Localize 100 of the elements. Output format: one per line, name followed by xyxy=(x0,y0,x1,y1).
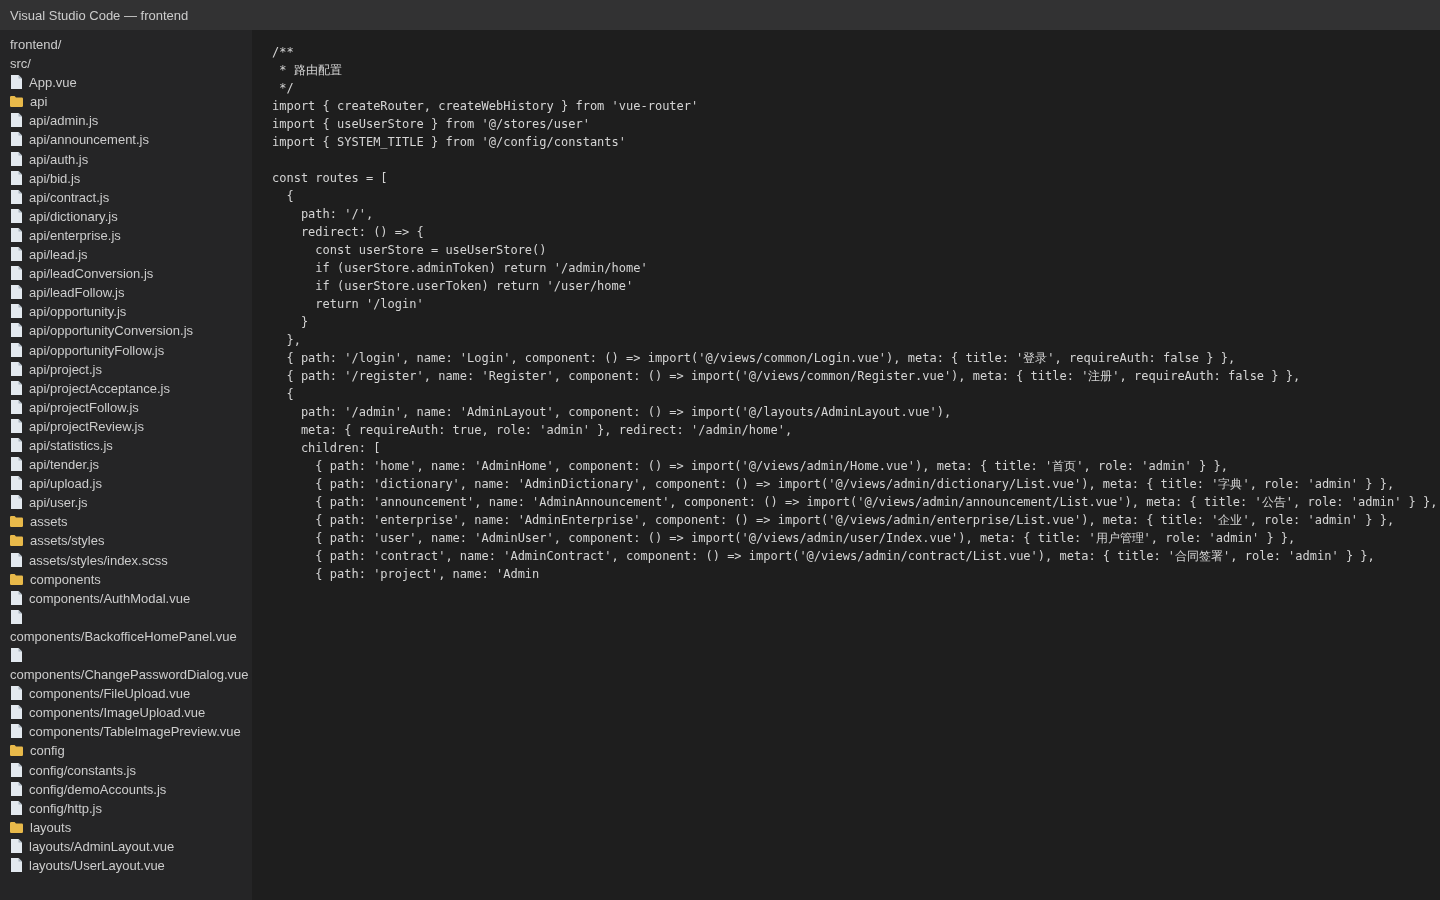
file-icon xyxy=(11,762,22,777)
code-line: { xyxy=(286,387,294,401)
code-line: }, xyxy=(286,333,301,347)
code-line: { path: '/register', name: 'Register', component: () => import('@/views/common/Register.vue'), meta: { title: '注册', requireAuth: false } }, xyxy=(286,369,1301,383)
file-item[interactable]: api/dictionary.js xyxy=(10,208,118,224)
code-line: const routes = [ xyxy=(272,171,388,185)
code-line: { path: 'enterprise', name: 'AdminEnterprise', component: () => import('@/views/admin/enterprise/List.vue'), meta: { title: '企业', role: 'admin' } }, xyxy=(315,513,1395,527)
file-icon xyxy=(11,151,22,166)
file-item[interactable]: api/upload.js xyxy=(10,476,102,492)
file-icon xyxy=(11,247,22,262)
code-line: } xyxy=(300,315,309,329)
file-item[interactable]: config/constants.js xyxy=(10,762,136,778)
file-item[interactable]: api/enterprise.js xyxy=(10,227,121,243)
file-item[interactable]: components/BackofficeHomePanel.vue xyxy=(10,609,237,644)
folder-item[interactable]: assets xyxy=(10,514,68,530)
folder-item[interactable]: components xyxy=(10,571,101,587)
code-line: path: '/admin', name: 'AdminLayout', component: () => import('@/layouts/AdminLayout.vue'), xyxy=(300,405,952,419)
folder-icon xyxy=(10,573,23,585)
file-item[interactable]: components/TableImagePreview.vue xyxy=(10,724,241,740)
file-icon xyxy=(11,113,22,128)
file-icon xyxy=(11,75,22,90)
file-icon xyxy=(11,399,22,414)
file-icon xyxy=(11,686,22,701)
file-item[interactable]: components/ChangePasswordDialog.vue xyxy=(10,648,249,683)
file-item[interactable]: components/ImageUpload.vue xyxy=(10,705,206,721)
code-line: { path: '/login', name: 'Login', component: () => import('@/views/common/Login.vue'), meta: { title: '登录', requireAuth: false } }, xyxy=(286,351,1236,365)
file-item[interactable]: api/bid.js xyxy=(10,170,81,186)
file-icon xyxy=(11,380,22,395)
file-icon xyxy=(11,838,22,853)
code-line: * 路由配置 xyxy=(279,63,342,77)
file-icon xyxy=(11,208,22,223)
code-line: */ xyxy=(279,81,294,95)
file-icon xyxy=(11,724,22,739)
window-title: Visual Studio Code — frontend xyxy=(10,7,189,23)
file-item[interactable]: api/auth.js xyxy=(10,151,89,167)
code-line: if (userStore.userToken) return '/user/home' xyxy=(315,279,634,293)
code-line: redirect: () => { xyxy=(300,225,424,239)
file-item[interactable]: api/statistics.js xyxy=(10,437,113,453)
file-item[interactable]: api/admin.js xyxy=(10,113,99,129)
file-item[interactable]: App.vue xyxy=(10,75,77,91)
file-item[interactable]: api/projectReview.js xyxy=(10,418,144,434)
folder-path-label: frontend/ xyxy=(10,37,62,52)
file-icon xyxy=(11,609,22,624)
code-line: { path: 'home', name: 'AdminHome', component: () => import('@/views/admin/Home.vue'), meta: { title: '首页', role: 'admin' } }, xyxy=(315,459,1228,473)
file-item[interactable]: api/contract.js xyxy=(10,189,110,205)
file-icon xyxy=(11,437,22,452)
file-item[interactable]: config/http.js xyxy=(10,800,102,816)
file-icon xyxy=(11,227,22,242)
file-item[interactable]: api/opportunity.js xyxy=(10,304,127,320)
code-line: { path: 'contract', name: 'AdminContract', component: () => import('@/views/admin/contract/List.vue'), meta: { title: '合同签署', role: 'admin' } }, xyxy=(315,549,1375,563)
file-icon xyxy=(11,590,22,605)
code-line: { xyxy=(286,189,294,203)
file-icon xyxy=(11,304,22,319)
file-item[interactable]: api/project.js xyxy=(10,361,102,377)
file-item[interactable]: api/tender.js xyxy=(10,457,100,473)
code-line: if (userStore.adminToken) return '/admin/home' xyxy=(315,261,648,275)
folder-item[interactable]: config xyxy=(10,743,65,759)
folder-item[interactable]: layouts xyxy=(10,819,72,835)
file-icon xyxy=(11,705,22,720)
file-icon xyxy=(11,552,22,567)
file-item[interactable]: api/leadConversion.js xyxy=(10,266,154,282)
file-icon xyxy=(11,457,22,472)
folder-item[interactable]: api xyxy=(10,94,48,110)
file-item[interactable]: api/projectFollow.js xyxy=(10,399,139,415)
code-line: children: [ xyxy=(300,441,381,455)
file-item[interactable]: layouts/AdminLayout.vue xyxy=(10,838,175,854)
file-icon xyxy=(11,858,22,873)
folder-path-label: src/ xyxy=(10,56,31,72)
code-line: path: '/', xyxy=(300,207,374,221)
file-icon xyxy=(11,266,22,281)
code-line: { path: 'user', name: 'AdminUser', component: () => import('@/views/admin/user/Index.vue'), meta: { title: '用户管理', role: 'admin' } }, xyxy=(315,531,1296,545)
code-line: { path: 'project', name: 'Admin xyxy=(315,567,540,581)
code-line: { path: 'dictionary', name: 'AdminDictionary', component: () => import('@/views/admin/dictionary/List.vue'), meta: { title: '字典', role: 'admin' } }, xyxy=(315,477,1395,491)
file-item[interactable]: api/user.js xyxy=(10,495,88,511)
file-item[interactable]: api/leadFollow.js xyxy=(10,285,125,301)
file-icon xyxy=(11,285,22,300)
file-item[interactable]: components/AuthModal.vue xyxy=(10,590,191,606)
file-item[interactable]: api/projectAcceptance.js xyxy=(10,380,170,396)
file-item[interactable]: api/announcement.js xyxy=(10,132,149,148)
file-icon xyxy=(11,132,22,147)
file-icon xyxy=(11,495,22,510)
code-line: import { createRouter, createWebHistory } from 'vue-router' xyxy=(272,99,699,113)
code-line: { path: 'announcement', name: 'AdminAnnouncement', component: () => import('@/views/admin/announcement/List.vue'), meta: { title: '公告', role: 'admin' } }, xyxy=(315,495,1438,509)
file-icon xyxy=(11,361,22,376)
file-item[interactable]: api/lead.js xyxy=(10,247,88,263)
file-item[interactable]: assets/styles/index.scss xyxy=(10,552,168,568)
folder-icon xyxy=(10,535,23,547)
file-icon xyxy=(11,648,22,662)
file-item[interactable]: api/opportunityFollow.js xyxy=(10,342,165,358)
code-line: import { SYSTEM_TITLE } from '@/config/constants' xyxy=(272,135,626,149)
file-item[interactable]: layouts/UserLayout.vue xyxy=(10,858,165,874)
file-item[interactable]: api/opportunityConversion.js xyxy=(10,323,194,339)
file-icon xyxy=(11,418,22,433)
folder-item[interactable]: assets/styles xyxy=(10,533,105,549)
file-item[interactable]: components/FileUpload.vue xyxy=(10,686,191,702)
file-icon xyxy=(11,800,22,815)
folder-icon xyxy=(10,516,23,528)
code-line: const userStore = useUserStore() xyxy=(315,243,547,257)
file-item[interactable]: config/demoAccounts.js xyxy=(10,781,167,797)
file-icon xyxy=(11,323,22,338)
